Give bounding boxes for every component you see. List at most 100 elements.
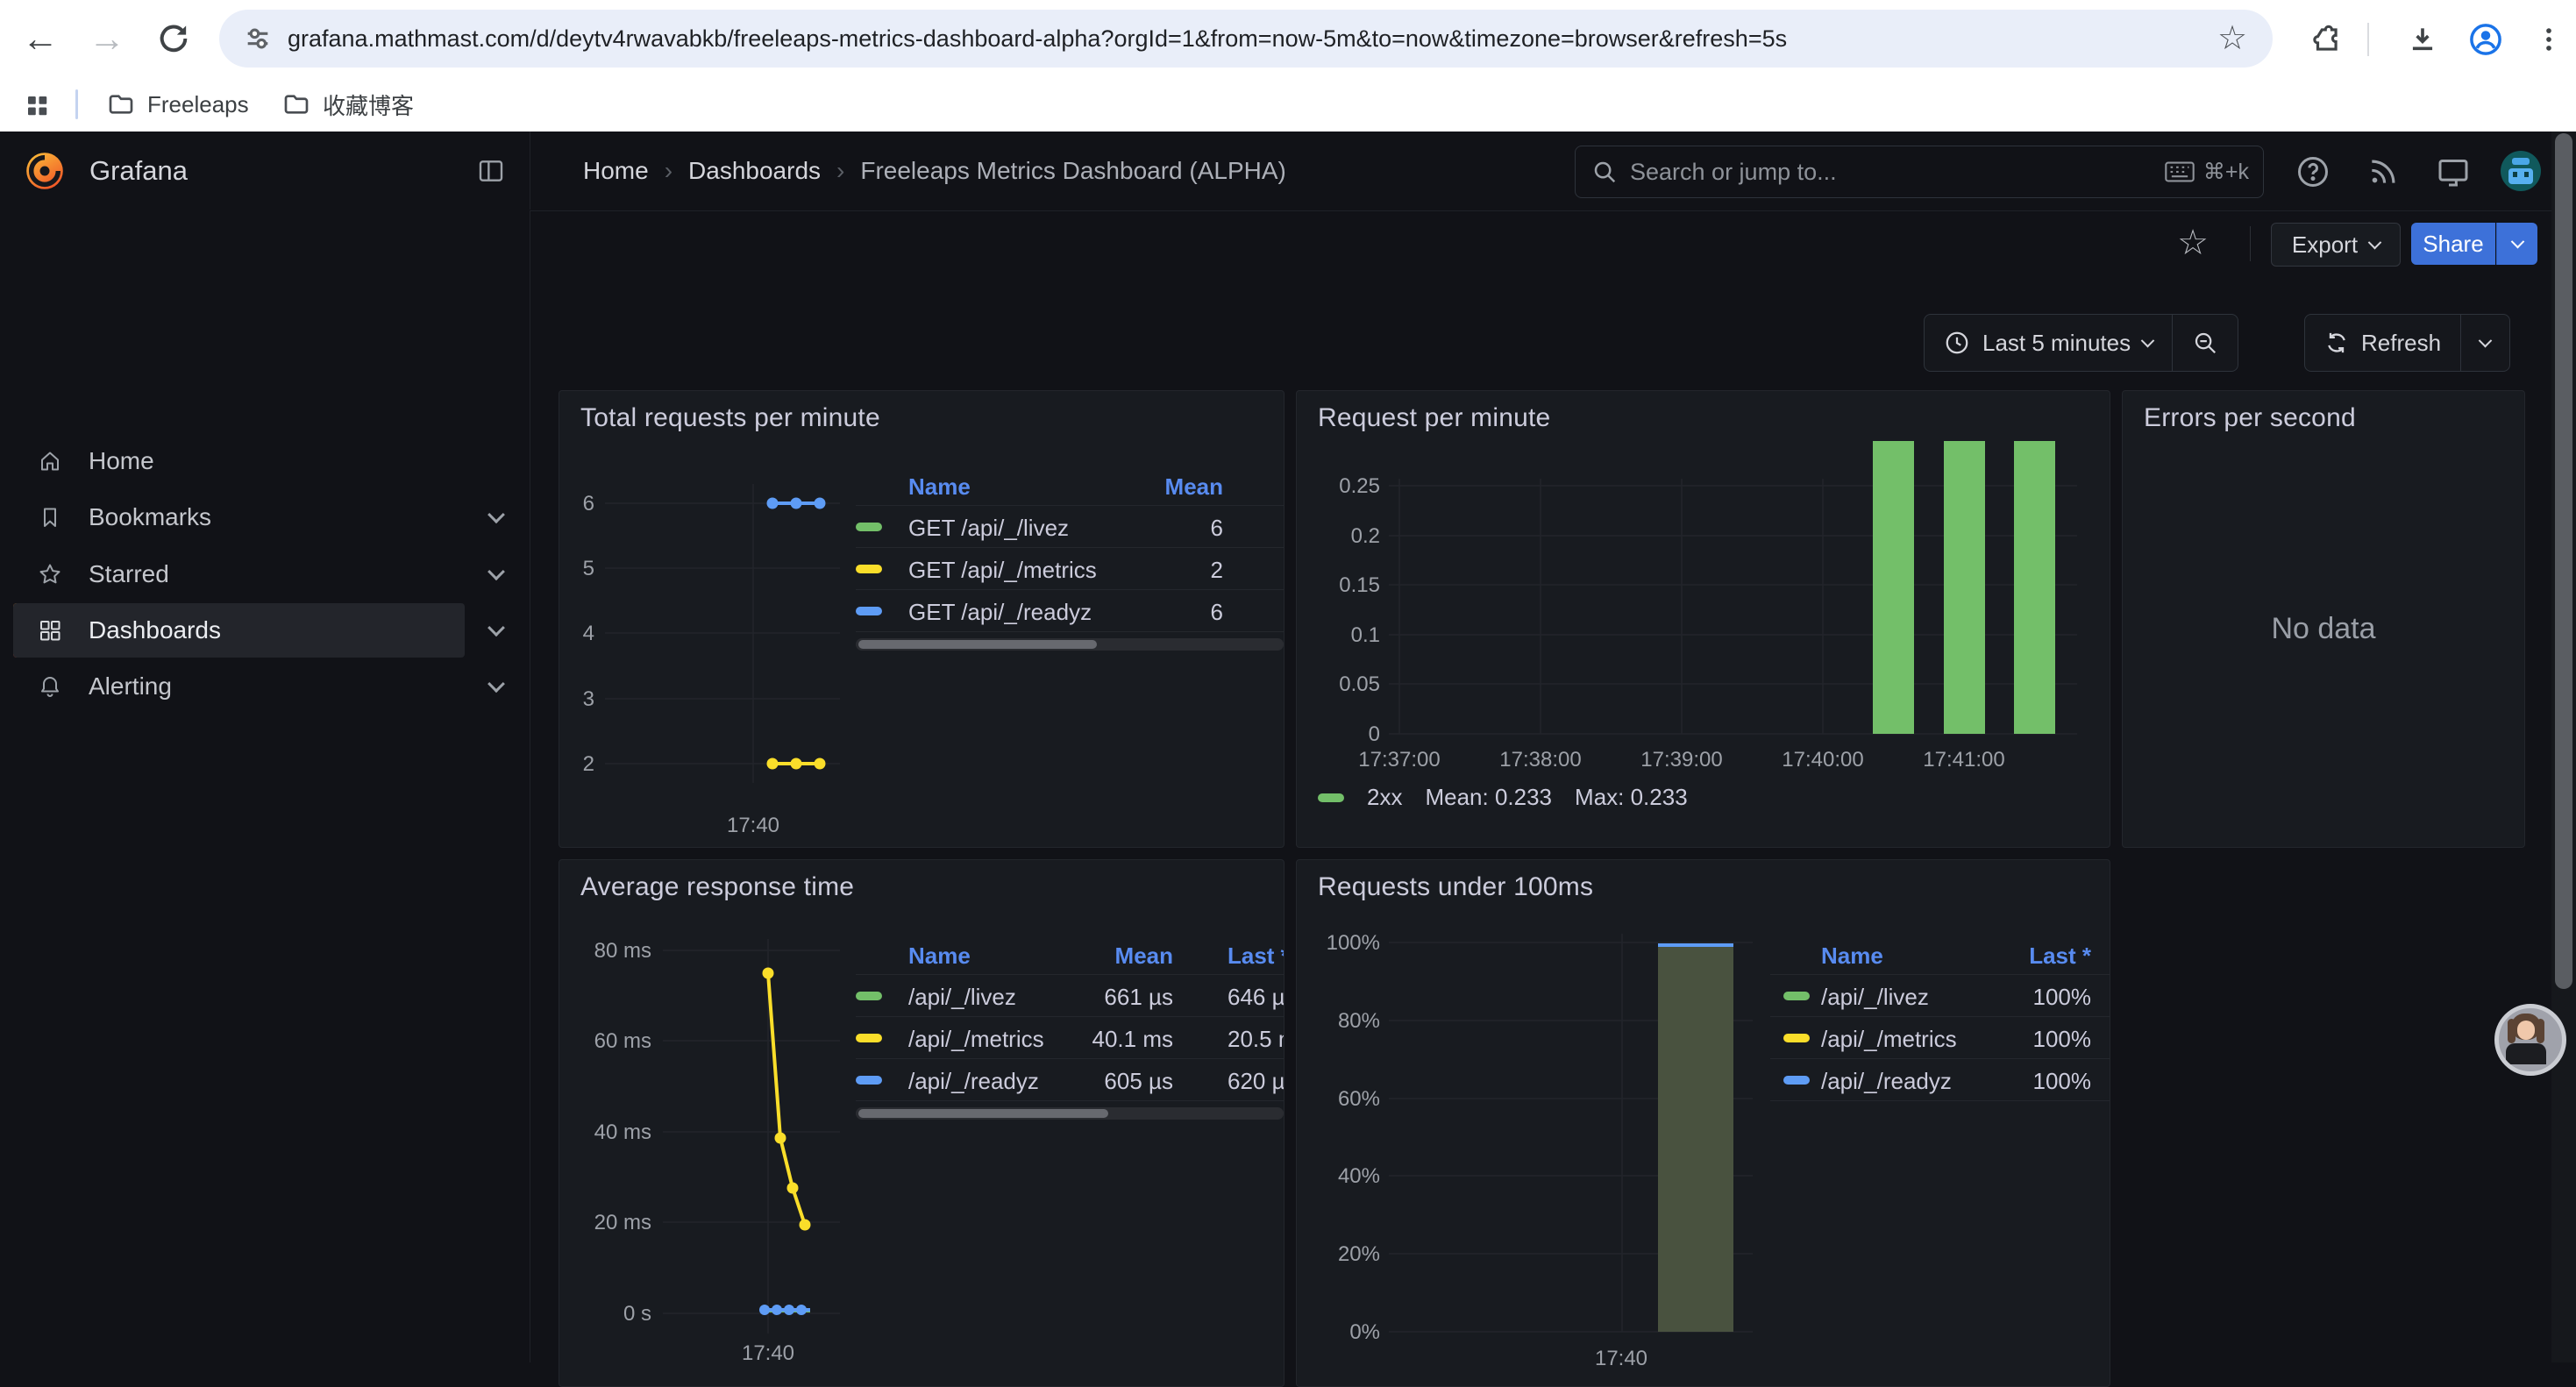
share-button[interactable]: Share [2411, 223, 2495, 265]
legend-row: /api/_/readyz 100% [1770, 1058, 2110, 1101]
y-tick: 2 [583, 752, 594, 776]
bar-2xx[interactable] [1944, 441, 1985, 734]
x-tick: 17:40 [727, 814, 779, 837]
browser-back-button[interactable]: ← [18, 16, 63, 61]
share-dropdown-button[interactable] [2496, 223, 2537, 265]
bookmark-star-icon[interactable]: ☆ [2215, 21, 2250, 56]
browser-forward-button[interactable]: → [84, 16, 130, 61]
sidebar-item-dashboards[interactable]: Dashboards [13, 603, 465, 658]
breadcrumb-home[interactable]: Home [583, 157, 649, 185]
sidebar-item-bookmarks[interactable]: Bookmarks [13, 490, 465, 544]
y-tick: 0 [1369, 722, 1380, 746]
alerting-bell-icon [38, 674, 62, 699]
series-max: Max: 0.233 [1575, 784, 1688, 811]
favorite-dashboard-star-icon[interactable]: ☆ [2173, 223, 2213, 263]
refresh-sync-icon [2324, 331, 2349, 355]
sidebar-item-starred[interactable]: Starred [13, 547, 465, 601]
bar-chart-plot[interactable]: 0.25 0.2 0.15 0.1 0.05 0 17:37:00 17:38:… [1297, 391, 2110, 847]
export-button[interactable]: Export [2271, 223, 2401, 267]
time-range-label: Last 5 minutes [1982, 330, 2131, 357]
search-placeholder: Search or jump to... [1630, 159, 1837, 186]
refresh-button[interactable]: Refresh [2305, 315, 2460, 371]
bookmarks-bar: Freeleaps 收藏博客 [0, 77, 2576, 132]
kiosk-monitor-icon[interactable] [2434, 153, 2473, 191]
sidebar-item-label: Home [89, 447, 154, 475]
reload-icon [156, 21, 191, 56]
breadcrumb-dashboards[interactable]: Dashboards [688, 157, 821, 185]
page-scrollbar-thumb[interactable] [2555, 133, 2572, 989]
url-text[interactable]: grafana.mathmast.com/d/deytv4rwavabkb/fr… [288, 10, 1787, 68]
series-mean: 6 [856, 515, 1223, 542]
panel-title[interactable]: Errors per second [2144, 403, 2356, 433]
legend-header-mean[interactable]: Mean [856, 473, 1223, 501]
site-settings-icon[interactable] [240, 21, 275, 56]
share-label: Share [2423, 231, 2483, 258]
search-shortcut: ⌘+k [2203, 159, 2249, 185]
series-top-line [1658, 943, 1733, 947]
y-tick: 20% [1338, 1242, 1380, 1266]
page-scrollbar-track [2551, 132, 2576, 1362]
collapse-menu-icon[interactable] [473, 153, 509, 188]
series-name[interactable]: 2xx [1367, 784, 1402, 811]
breadcrumb-current: Freeleaps Metrics Dashboard (ALPHA) [860, 157, 1286, 185]
chevron-down-icon [2479, 333, 2493, 347]
bookmark-folder-blogs[interactable]: 收藏博客 [277, 84, 419, 124]
legend-row: GET /api/_/readyz 6 [856, 589, 1284, 632]
series-mean: 6 [856, 599, 1223, 626]
bar-2xx[interactable] [2014, 441, 2055, 734]
area-bar-100pct[interactable] [1658, 946, 1733, 1332]
refresh-interval-dropdown[interactable] [2461, 315, 2509, 371]
legend-row: /api/_/readyz 605 µs 620 µs [856, 1058, 1284, 1101]
browser-reload-button[interactable] [151, 16, 196, 61]
star-icon [38, 562, 62, 587]
time-range-picker[interactable]: Last 5 minutes [1925, 315, 2172, 371]
browser-profile-icon[interactable] [2466, 19, 2506, 60]
bar-2xx[interactable] [1873, 441, 1914, 734]
chevron-down-icon [2368, 235, 2382, 249]
series-last: 100% [1770, 984, 2091, 1011]
panel-request-per-minute: Request per minute 0.25 0.2 0.15 0.1 0.0… [1296, 390, 2110, 848]
zoom-out-time-button[interactable] [2173, 315, 2238, 371]
chevron-down-icon[interactable] [480, 671, 512, 702]
chevron-down-icon[interactable] [480, 558, 512, 590]
series-mean: 40.1 ms [856, 1026, 1173, 1053]
y-tick: 60% [1338, 1087, 1380, 1111]
folder-icon [282, 90, 310, 118]
export-label: Export [2292, 231, 2358, 259]
apps-grid-icon[interactable] [21, 89, 53, 121]
grafana-logo[interactable] [25, 151, 65, 191]
legend-row: GET /api/_/livez 6 [856, 505, 1284, 548]
address-bar[interactable]: grafana.mathmast.com/d/deytv4rwavabkb/fr… [219, 10, 2273, 68]
user-avatar[interactable] [2501, 151, 2541, 191]
y-tick: 40 ms [594, 1120, 651, 1144]
sidebar-item-alerting[interactable]: Alerting [13, 659, 465, 714]
series-last: 620 µs [1228, 1068, 1284, 1095]
toolbar-divider [2367, 23, 2369, 56]
assistant-avatar[interactable] [2494, 1004, 2566, 1076]
sidebar-item-home[interactable]: Home [13, 434, 465, 488]
grafana-header: Grafana Home › Dashboards › Freeleaps Me… [0, 132, 2576, 211]
downloads-icon[interactable] [2402, 19, 2443, 60]
breadcrumb: Home › Dashboards › Freeleaps Metrics Da… [583, 132, 1286, 210]
legend-header-last[interactable]: Last * [1228, 942, 1284, 970]
help-icon[interactable] [2294, 153, 2332, 191]
chevron-down-icon[interactable] [480, 615, 512, 646]
legend-header-mean[interactable]: Mean [856, 942, 1173, 970]
series-last: 100% [1770, 1068, 2091, 1095]
chevron-down-icon[interactable] [480, 501, 512, 533]
browser-menu-icon[interactable] [2529, 19, 2569, 60]
legend-row: /api/_/metrics 100% [1770, 1016, 2110, 1059]
bookmark-folder-freeleaps[interactable]: Freeleaps [102, 84, 254, 124]
extensions-icon[interactable] [2306, 19, 2346, 60]
search-input[interactable]: Search or jump to... ⌘+k [1575, 146, 2264, 198]
series-last: 100% [1770, 1026, 2091, 1053]
y-tick: 3 [583, 687, 594, 711]
news-rss-icon[interactable] [2364, 153, 2402, 191]
no-data-message: No data [2123, 612, 2524, 646]
y-tick: 60 ms [594, 1029, 651, 1053]
legend-scrollbar-thumb[interactable] [858, 640, 1097, 649]
y-tick: 5 [583, 557, 594, 580]
legend-scrollbar-thumb[interactable] [858, 1109, 1108, 1118]
legend-header-last[interactable]: Last * [1770, 942, 2091, 970]
time-controls: Last 5 minutes [1924, 314, 2238, 372]
